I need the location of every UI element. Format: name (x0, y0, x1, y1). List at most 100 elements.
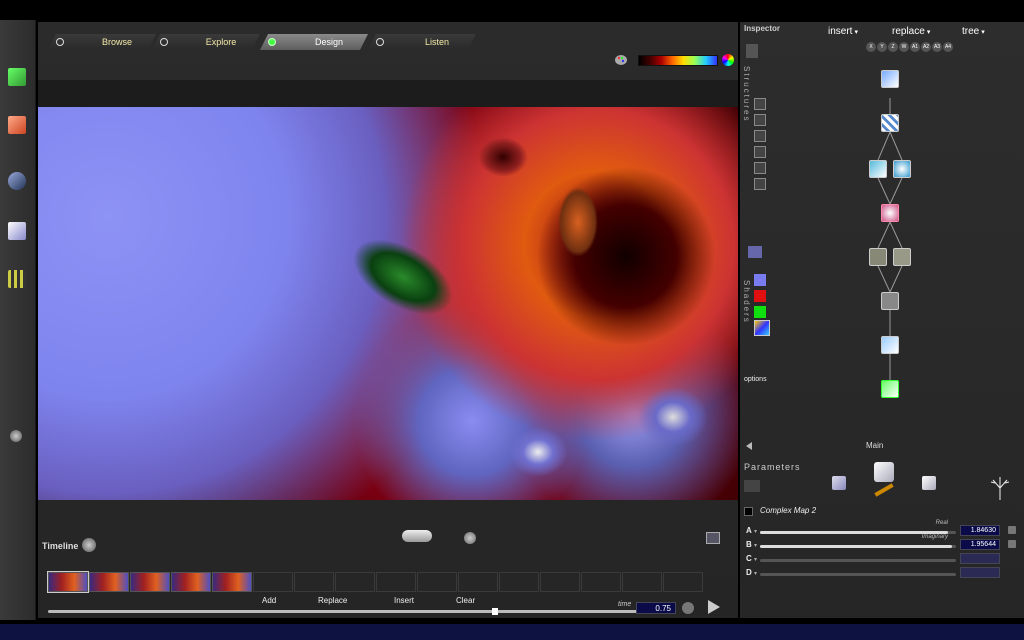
replace-menu[interactable]: replace (892, 26, 930, 37)
variable-pill[interactable]: Y (877, 42, 887, 52)
node-complex-map-icon[interactable] (881, 336, 899, 354)
param-label: B (746, 540, 752, 549)
timeline-slot[interactable] (253, 572, 293, 592)
clear-button[interactable]: Clear (456, 596, 475, 605)
dice-large-icon[interactable] (874, 462, 894, 482)
variable-pill[interactable]: A4 (943, 42, 953, 52)
structure-tool-icon[interactable] (754, 178, 766, 190)
chevron-down-icon[interactable]: ▾ (754, 556, 757, 563)
param-slider[interactable] (760, 545, 956, 548)
param-slider[interactable] (760, 559, 956, 562)
node-dots-icon[interactable] (881, 292, 899, 310)
timeline-slot[interactable] (294, 572, 334, 592)
variable-pill[interactable]: A1 (910, 42, 920, 52)
back-icon[interactable] (746, 442, 752, 450)
tab-listen[interactable]: Listen (368, 34, 476, 50)
timeline-slot[interactable] (458, 572, 498, 592)
variable-pill[interactable]: Z (888, 42, 898, 52)
timeline-title: Timeline (42, 541, 79, 551)
tab-design[interactable]: Design (260, 34, 368, 50)
tree-menu[interactable]: tree (962, 26, 985, 37)
node-map-icon[interactable] (869, 160, 887, 178)
variable-pill[interactable]: A3 (932, 42, 942, 52)
timeline-slot[interactable] (376, 572, 416, 592)
shader-swatch-blue[interactable] (754, 274, 766, 286)
film-strip-icon[interactable] (8, 270, 26, 288)
preset-dropdown[interactable] (744, 480, 760, 492)
structure-tool-icon[interactable] (754, 162, 766, 174)
structure-menu-icon[interactable] (746, 44, 758, 58)
chevron-down-icon[interactable]: ▾ (754, 570, 757, 577)
structure-tool-icon[interactable] (754, 146, 766, 158)
options-menu[interactable]: options (744, 376, 767, 383)
node-checker-icon[interactable] (881, 114, 899, 132)
new-document-icon[interactable] (8, 68, 26, 86)
structure-tool-icon[interactable] (754, 130, 766, 142)
timeline-keyframe[interactable] (89, 572, 129, 592)
color-gradient-editor[interactable] (638, 55, 718, 66)
dice-medium-icon[interactable] (922, 476, 936, 490)
node-output-icon[interactable] (881, 380, 899, 398)
lock-icon[interactable] (1008, 540, 1016, 548)
param-slider[interactable] (760, 573, 956, 576)
timeline-keyframe[interactable] (130, 572, 170, 592)
tab-browse[interactable]: Browse (48, 34, 156, 50)
color-wheel-icon[interactable] (722, 54, 734, 66)
lock-icon[interactable] (1008, 526, 1016, 534)
play-button[interactable] (708, 600, 720, 614)
variable-pill[interactable]: X (866, 42, 876, 52)
chevron-down-icon[interactable]: ▾ (754, 542, 757, 549)
wand-icon[interactable] (874, 483, 894, 497)
add-button[interactable]: Add (262, 596, 276, 605)
download-icon[interactable] (8, 116, 26, 134)
shader-swatch-green[interactable] (754, 306, 766, 318)
time-slider-track[interactable] (48, 610, 644, 613)
document-icon[interactable] (8, 222, 26, 240)
shader-menu-icon[interactable] (748, 246, 762, 258)
timeline-keyframe[interactable] (47, 571, 89, 593)
insert-menu[interactable]: insert (828, 26, 858, 37)
node-target-icon[interactable] (881, 204, 899, 222)
time-input[interactable]: 0.75 (636, 602, 676, 614)
magnifier-icon[interactable] (10, 430, 22, 442)
timeline-slot[interactable] (335, 572, 375, 592)
time-stepper[interactable] (682, 602, 694, 614)
timeline-slot[interactable] (663, 572, 703, 592)
palette-icon[interactable] (614, 54, 628, 66)
node-root-icon[interactable] (881, 70, 899, 88)
param-row-c: C ▾ (744, 553, 1020, 566)
timeline-slot[interactable] (417, 572, 457, 592)
timeline-slot[interactable] (581, 572, 621, 592)
eye-icon[interactable] (8, 172, 26, 190)
tree-icon[interactable] (990, 476, 1010, 500)
time-slider-thumb[interactable] (492, 608, 498, 615)
selected-node-label: Complex Map 2 (760, 506, 817, 515)
param-value-input[interactable]: 1.95644 (960, 539, 1000, 550)
replace-button[interactable]: Replace (318, 596, 347, 605)
variable-pill[interactable]: W (899, 42, 909, 52)
structure-tool-icon[interactable] (754, 98, 766, 110)
timeline-slot[interactable] (540, 572, 580, 592)
node-transform-icon[interactable] (869, 248, 887, 266)
timeline-slot[interactable] (499, 572, 539, 592)
dice-small-icon[interactable] (832, 476, 846, 490)
zoom-icon[interactable] (82, 538, 96, 552)
timeline-keyframe[interactable] (212, 572, 252, 592)
timeline-keyframe[interactable] (171, 572, 211, 592)
param-caption: Real (935, 520, 948, 526)
insert-button[interactable]: Insert (394, 596, 414, 605)
param-value-input[interactable] (960, 567, 1000, 578)
node-spiral-icon[interactable] (893, 160, 911, 178)
variable-pill[interactable]: A2 (921, 42, 931, 52)
timeline-slot[interactable] (622, 572, 662, 592)
fractal-canvas[interactable] (38, 107, 738, 500)
param-value-input[interactable]: 1.84630 (960, 525, 1000, 536)
node-curve-icon[interactable] (893, 248, 911, 266)
shader-mix-icon[interactable] (754, 320, 770, 336)
param-value-input[interactable] (960, 553, 1000, 564)
chevron-down-icon[interactable]: ▾ (754, 528, 757, 535)
tab-explore[interactable]: Explore (152, 34, 260, 50)
shader-swatch-red[interactable] (754, 290, 766, 302)
radio-dot-icon (56, 38, 64, 46)
structure-tool-icon[interactable] (754, 114, 766, 126)
